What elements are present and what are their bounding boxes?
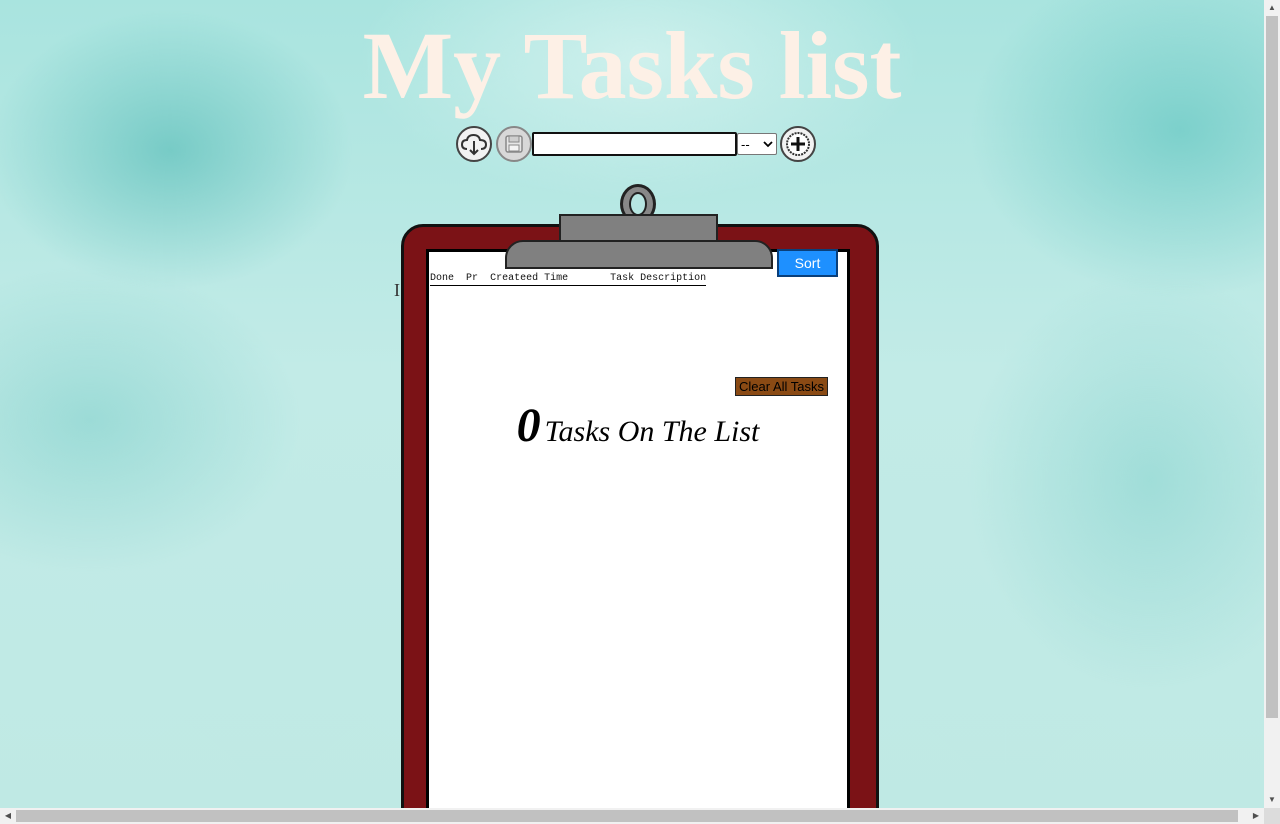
header-created-time[interactable]: Createed Time (490, 272, 568, 285)
priority-select[interactable]: -- (737, 133, 777, 155)
task-count: 0 Tasks On The List (428, 398, 848, 453)
vertical-scrollbar[interactable]: ▲ ▼ (1264, 0, 1280, 808)
horizontal-scroll-thumb[interactable] (16, 810, 1238, 822)
header-description[interactable]: Task Description (610, 272, 706, 285)
task-input[interactable] (532, 132, 737, 156)
task-toolbar: -- (456, 124, 820, 164)
vertical-scroll-thumb[interactable] (1266, 16, 1278, 718)
task-table-header: Done Pr Createed Time Task Description (430, 272, 707, 286)
scroll-right-icon[interactable]: ▶ (1248, 808, 1264, 824)
scroll-down-icon[interactable]: ▼ (1264, 792, 1280, 808)
add-task-button[interactable] (780, 126, 816, 162)
download-button[interactable] (456, 126, 492, 162)
header-done[interactable]: Done (430, 272, 454, 285)
save-button[interactable] (496, 126, 532, 162)
scroll-up-icon[interactable]: ▲ (1264, 0, 1280, 16)
clear-all-tasks-button[interactable]: Clear All Tasks (735, 377, 828, 396)
save-disk-icon (505, 135, 523, 153)
text-cursor-icon: I (394, 280, 400, 300)
plus-circle-icon (786, 132, 810, 156)
horizontal-scrollbar[interactable]: ◀ ▶ (0, 808, 1264, 824)
clip-base (505, 240, 773, 269)
scroll-left-icon[interactable]: ◀ (0, 808, 16, 824)
page-title: My Tasks list (362, 12, 902, 119)
header-priority[interactable]: Pr (466, 272, 478, 285)
task-count-label: Tasks On The List (544, 415, 760, 448)
chevron-down-icon (763, 141, 773, 148)
task-count-number: 0 (516, 399, 541, 452)
priority-selected-value: -- (741, 136, 750, 152)
scrollbar-corner (1264, 808, 1280, 824)
task-paper (426, 249, 850, 824)
clip-ring-hole (629, 192, 647, 216)
cloud-download-icon (460, 133, 488, 156)
sort-button[interactable]: Sort (777, 249, 838, 277)
